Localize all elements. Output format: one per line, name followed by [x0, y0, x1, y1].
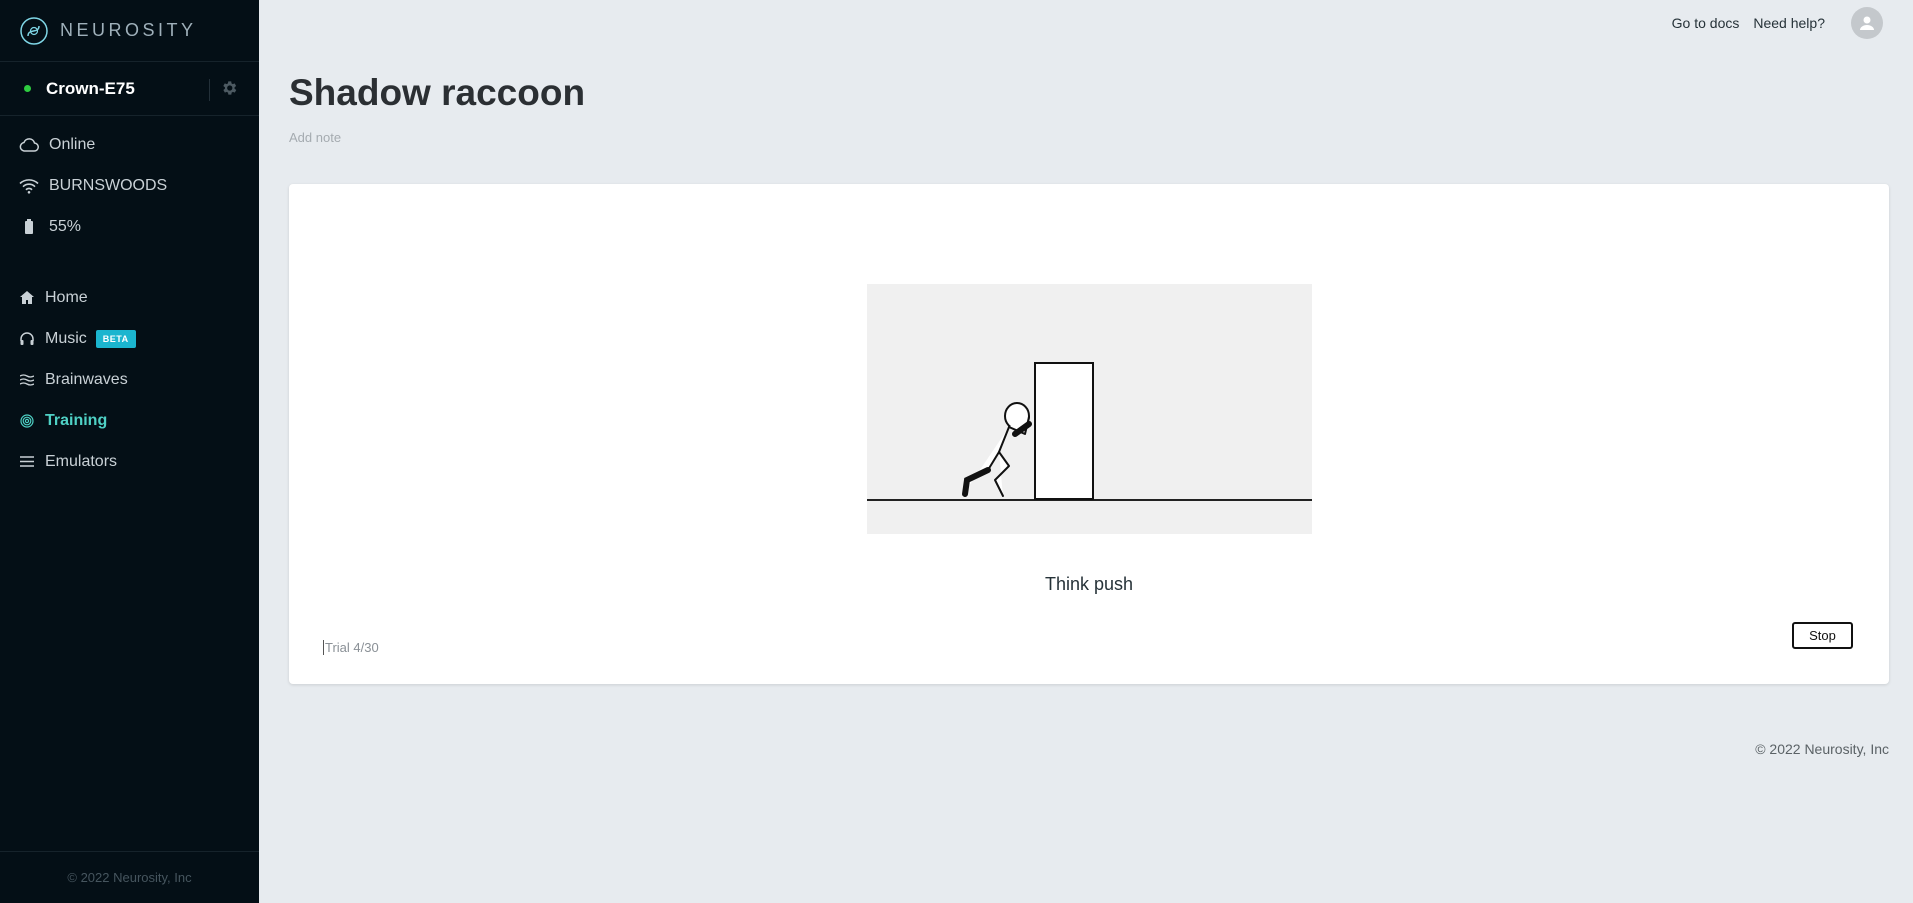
- fingerprint-icon: [19, 413, 35, 429]
- divider: [209, 79, 210, 101]
- device-selector[interactable]: Crown-E75: [0, 62, 259, 116]
- add-note-field[interactable]: Add note: [289, 130, 341, 145]
- device-status-list: Online BURNSWOODS 55%: [0, 116, 259, 247]
- nav-item-emulators[interactable]: Emulators: [0, 441, 259, 482]
- nav-label: Training: [45, 411, 108, 429]
- nav-label: Emulators: [45, 452, 118, 470]
- trial-counter: Trial 4/30: [323, 640, 379, 655]
- nav-item-home[interactable]: Home: [0, 277, 259, 318]
- avatar[interactable]: [1851, 7, 1883, 39]
- nav-label: Brainwaves: [45, 370, 128, 388]
- status-label: Online: [49, 135, 96, 153]
- nav-item-training[interactable]: Training: [0, 400, 259, 441]
- docs-link[interactable]: Go to docs: [1672, 15, 1740, 31]
- sidebar: NEUROSITY Crown-E75 Online BURNSWOODS 55…: [0, 0, 259, 903]
- page-title[interactable]: Shadow raccoon: [289, 72, 585, 114]
- cloud-icon: [19, 135, 39, 155]
- copyright: © 2022 Neurosity, Inc: [1755, 741, 1889, 757]
- wifi-icon: [19, 176, 39, 196]
- top-bar: Go to docs Need help?: [259, 0, 1913, 46]
- neurosity-logo-icon: [20, 16, 48, 45]
- brainwaves-icon: [19, 372, 35, 388]
- brand[interactable]: NEUROSITY: [0, 0, 259, 62]
- training-prompt: Think push: [1044, 574, 1134, 594]
- nav-item-brainwaves[interactable]: Brainwaves: [0, 359, 259, 400]
- main-nav: Home Music BETA Brainwaves Training Emul…: [0, 277, 259, 482]
- device-name: Crown-E75: [46, 78, 135, 98]
- push-illustration: [867, 284, 1312, 534]
- stop-button[interactable]: Stop: [1792, 622, 1853, 649]
- training-card: Think push Trial 4/30 Stop: [289, 184, 1889, 684]
- status-battery: 55%: [0, 206, 259, 247]
- battery-icon: [19, 217, 39, 237]
- headphones-icon: [19, 331, 35, 347]
- beta-badge: BETA: [95, 329, 136, 348]
- sidebar-copyright: © 2022 Neurosity, Inc: [0, 851, 259, 903]
- status-label: BURNSWOODS: [49, 176, 168, 194]
- nav-label: Home: [45, 288, 88, 306]
- online-status-dot: [24, 85, 31, 92]
- gear-icon[interactable]: [220, 79, 238, 97]
- user-icon: [1860, 16, 1874, 30]
- nav-label: Music: [45, 329, 87, 347]
- help-link[interactable]: Need help?: [1753, 15, 1825, 31]
- brand-name: NEUROSITY: [60, 20, 197, 40]
- status-label: 55%: [49, 217, 82, 235]
- nav-item-music[interactable]: Music BETA: [0, 318, 259, 359]
- status-wifi: BURNSWOODS: [0, 165, 259, 206]
- home-icon: [19, 290, 35, 306]
- status-online: Online: [0, 124, 259, 165]
- menu-icon: [19, 454, 35, 470]
